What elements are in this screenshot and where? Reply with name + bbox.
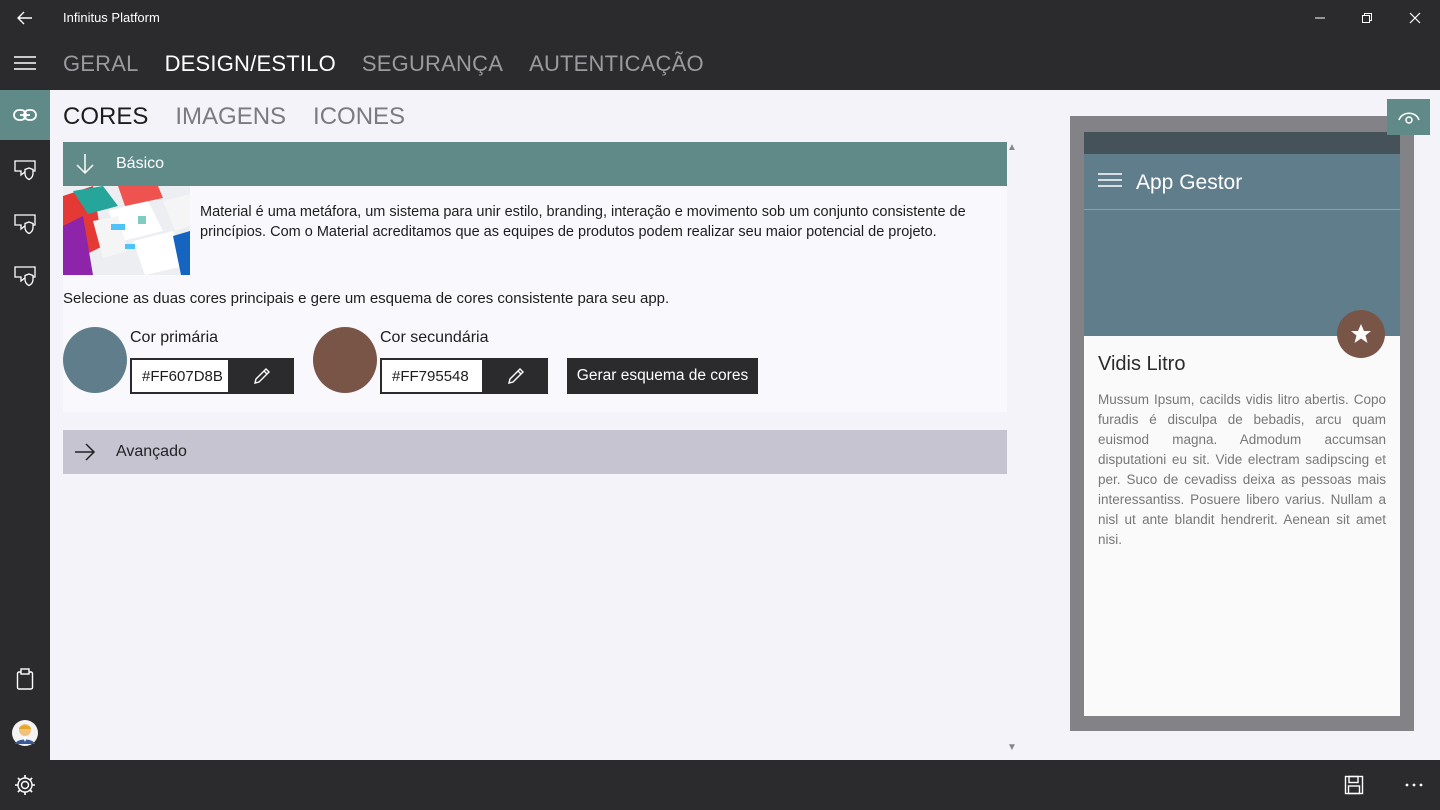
rail-item-security-3[interactable] xyxy=(0,251,50,301)
tab-seguranca[interactable]: SEGURANÇA xyxy=(362,51,503,77)
sub-tabs: CORES IMAGENS ICONES xyxy=(63,103,405,131)
hamburger-menu-button[interactable] xyxy=(0,36,50,90)
hamburger-icon xyxy=(1098,173,1122,187)
basico-instruction: Selecione as duas cores principais e ger… xyxy=(63,290,670,307)
restore-button[interactable] xyxy=(1343,0,1391,36)
phone-preview-frame: App Gestor Vidis Litro Mussum Ipsum, cac… xyxy=(1070,116,1414,731)
tab-autenticacao[interactable]: AUTENTICAÇÃO xyxy=(529,51,704,77)
scroll-up-icon[interactable]: ▲ xyxy=(1007,142,1017,153)
clipboard-icon xyxy=(16,668,34,690)
phone-status-bar xyxy=(1084,132,1400,154)
close-button[interactable] xyxy=(1391,0,1439,36)
basico-panel-header[interactable]: Básico xyxy=(63,142,1007,186)
basico-panel-body: Material é uma metáfora, um sistema para… xyxy=(63,186,1007,412)
more-icon xyxy=(1405,783,1423,787)
star-icon xyxy=(1351,324,1371,343)
hamburger-icon xyxy=(14,56,36,70)
back-button[interactable] xyxy=(0,0,50,36)
basico-description: Material é uma metáfora, um sistema para… xyxy=(200,204,966,240)
preview-pane: App Gestor Vidis Litro Mussum Ipsum, cac… xyxy=(1042,90,1440,760)
tab-geral[interactable]: GERAL xyxy=(63,51,139,77)
minimize-icon xyxy=(1315,17,1325,19)
expand-right-icon xyxy=(63,430,107,474)
top-navigation: GERAL DESIGN/ESTILO SEGURANÇA AUTENTICAÇ… xyxy=(0,36,1440,90)
secondary-color-swatch[interactable] xyxy=(313,327,377,393)
generate-color-scheme-button[interactable]: Gerar esquema de cores xyxy=(567,358,758,394)
secondary-color-label: Cor secundária xyxy=(380,329,489,346)
gear-icon xyxy=(15,775,35,795)
primary-color-swatch[interactable] xyxy=(63,327,127,393)
settings-button[interactable] xyxy=(0,760,50,810)
bottom-app-bar xyxy=(0,760,1440,810)
pencil-icon xyxy=(254,368,270,384)
primary-color-edit-button[interactable] xyxy=(230,358,294,394)
link-icon xyxy=(13,109,37,121)
rail-item-link[interactable] xyxy=(0,90,50,140)
title-bar: Infinitus Platform xyxy=(0,0,1440,36)
pencil-icon xyxy=(508,368,524,384)
primary-color-label: Cor primária xyxy=(130,329,219,346)
tab-icones[interactable]: ICONES xyxy=(313,103,405,131)
more-options-button[interactable] xyxy=(1392,760,1436,810)
phone-card-body: Mussum Ipsum, cacilds vidis litro aberti… xyxy=(1098,392,1386,547)
primary-color-value: #FF607D8B xyxy=(142,367,223,385)
close-icon xyxy=(1409,12,1421,24)
restore-icon xyxy=(1362,13,1372,23)
rail-item-security-2[interactable] xyxy=(0,199,50,249)
secondary-color-input[interactable]: #FF795548 xyxy=(380,358,484,394)
eye-icon xyxy=(1397,112,1420,124)
tab-cores[interactable]: CORES xyxy=(63,103,148,131)
basico-label: Básico xyxy=(116,155,165,172)
tab-imagens[interactable]: IMAGENS xyxy=(175,103,286,131)
phone-fab xyxy=(1337,310,1385,358)
secondary-color-edit-button[interactable] xyxy=(484,358,548,394)
phone-app-title: App Gestor xyxy=(1136,171,1243,194)
back-arrow-icon xyxy=(17,11,32,25)
tab-design-estilo[interactable]: DESIGN/ESTILO xyxy=(165,51,336,77)
expand-down-icon xyxy=(63,142,107,186)
main-content: CORES IMAGENS ICONES Básico Material é u… xyxy=(50,90,1042,760)
scroll-down-icon[interactable]: ▼ xyxy=(1007,742,1017,753)
phone-card-title: Vidis Litro xyxy=(1098,353,1186,375)
shield-chat-icon xyxy=(14,160,36,181)
save-icon xyxy=(1344,775,1364,795)
nav-tabs: GERAL DESIGN/ESTILO SEGURANÇA AUTENTICAÇ… xyxy=(63,51,704,77)
left-rail xyxy=(0,90,50,760)
secondary-color-value: #FF795548 xyxy=(392,367,469,385)
rail-item-profile[interactable] xyxy=(0,708,50,758)
shield-chat-icon xyxy=(14,266,36,287)
avatar xyxy=(12,720,38,746)
shield-chat-icon xyxy=(14,214,36,235)
primary-color-input[interactable]: #FF607D8B xyxy=(130,358,230,394)
app-title: Infinitus Platform xyxy=(63,10,160,25)
phone-app-bar: App Gestor xyxy=(1084,154,1400,210)
preview-toggle-button[interactable] xyxy=(1387,99,1430,135)
rail-item-security-1[interactable] xyxy=(0,145,50,195)
phone-screen: App Gestor Vidis Litro Mussum Ipsum, cac… xyxy=(1084,132,1400,716)
avancado-label: Avançado xyxy=(116,443,187,460)
minimize-button[interactable] xyxy=(1296,0,1344,36)
avancado-panel-header[interactable]: Avançado xyxy=(63,430,1007,474)
rail-item-clipboard[interactable] xyxy=(0,654,50,704)
material-thumbnail-image xyxy=(63,186,190,275)
save-button[interactable] xyxy=(1330,760,1378,810)
